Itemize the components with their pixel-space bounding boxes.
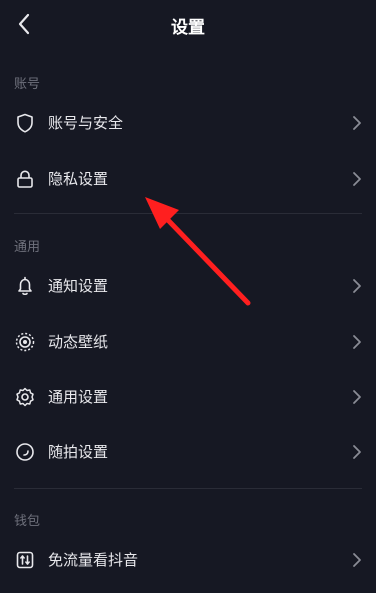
settings-screen: 设置 账号 账号与安全 隐私设置 通用 通知设置 动态壁纸 通用设置 随拍设置 …	[0, 0, 376, 593]
settings-item-notifications[interactable]: 通知设置	[0, 261, 376, 311]
lock-icon	[17, 170, 33, 188]
settings-item-label: 免流量看抖音	[48, 551, 139, 569]
settings-item-account-security[interactable]: 账号与安全	[0, 98, 376, 148]
bell-icon	[18, 276, 32, 296]
chevron-right-icon	[353, 279, 361, 293]
settings-item-general[interactable]: 通用设置	[0, 372, 376, 422]
settings-item-live-wallpaper[interactable]: 动态壁纸	[0, 317, 376, 367]
chevron-right-icon	[353, 172, 361, 186]
section-label-general: 通用	[14, 240, 41, 255]
settings-item-label: 通知设置	[48, 277, 109, 295]
chevron-right-icon	[353, 553, 361, 567]
settings-item-quick-shot[interactable]: 随拍设置	[0, 427, 376, 477]
settings-item-label: 账号与安全	[48, 114, 124, 132]
settings-item-label: 通用设置	[48, 388, 109, 406]
wallpaper-icon	[15, 332, 35, 352]
shield-icon	[17, 113, 33, 133]
data-free-icon	[16, 551, 34, 569]
chevron-right-icon	[353, 116, 361, 130]
section-divider	[14, 488, 362, 489]
section-label-account: 账号	[14, 77, 41, 92]
settings-item-label: 隐私设置	[48, 170, 109, 188]
chevron-right-icon	[353, 445, 361, 459]
camera-circle-icon	[16, 443, 34, 461]
top-bar: 设置	[0, 0, 376, 48]
settings-item-privacy[interactable]: 隐私设置	[0, 154, 376, 204]
section-label-wallet: 钱包	[14, 514, 41, 529]
settings-item-label: 随拍设置	[48, 443, 109, 461]
section-divider	[14, 213, 362, 214]
settings-item-data-free[interactable]: 免流量看抖音	[0, 535, 376, 585]
chevron-right-icon	[353, 390, 361, 404]
chevron-right-icon	[353, 335, 361, 349]
gear-icon	[16, 387, 34, 407]
page-title: 设置	[171, 18, 205, 38]
settings-item-label: 动态壁纸	[48, 333, 109, 351]
